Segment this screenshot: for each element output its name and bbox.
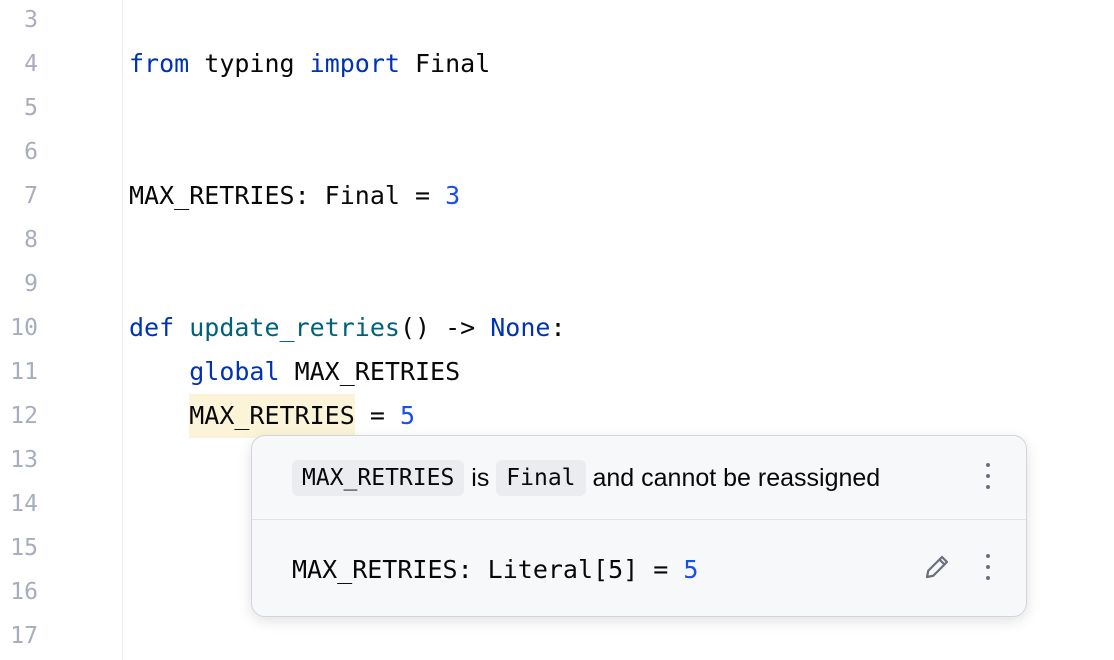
line-number: 15	[10, 535, 38, 561]
type-signature: MAX_RETRIES: Literal[5] = 5	[292, 548, 698, 592]
assignment-operator: =	[354, 401, 400, 430]
line-number: 12	[10, 403, 38, 429]
message-text: is	[464, 463, 497, 492]
keyword-from: from	[129, 49, 190, 78]
message-text: and cannot be reassigned	[585, 463, 881, 492]
inspection-popup: MAX_RETRIES is Final and cannot be reass…	[251, 435, 1027, 617]
code-line-def[interactable]: def update_retries() -> None:	[129, 306, 566, 350]
code-line-assignment[interactable]: MAX_RETRIES = 5	[129, 394, 415, 438]
keyword-def: def	[129, 313, 175, 342]
line-number: 4	[24, 51, 38, 77]
variable-chip: MAX_RETRIES	[292, 460, 465, 496]
code-line-import[interactable]: from typing import Final	[129, 42, 490, 86]
line-number: 9	[24, 271, 38, 297]
line-number: 11	[10, 359, 38, 385]
signature-number: 5	[683, 555, 699, 584]
number-literal: 3	[445, 181, 461, 210]
global-name: MAX_RETRIES	[279, 357, 461, 386]
line-number: 17	[10, 623, 38, 649]
keyword-import: import	[309, 49, 400, 78]
line-number: 5	[24, 95, 38, 121]
imported-name: Final	[399, 49, 491, 78]
code-line-global[interactable]: global MAX_RETRIES	[129, 350, 460, 394]
line-number-gutter: 3 4 5 6 7 8 9 10 11 12 13 14 15 16 17	[0, 0, 123, 660]
more-vertical-icon[interactable]	[978, 460, 998, 492]
type-chip: Final	[496, 460, 586, 496]
line-number: 3	[24, 7, 38, 33]
line-number: 7	[24, 183, 38, 209]
keyword-global: global	[189, 357, 280, 386]
highlighted-reassignment[interactable]: MAX_RETRIES	[189, 394, 355, 438]
return-type: None	[490, 313, 551, 342]
number-literal: 5	[399, 401, 416, 430]
code-line-constant[interactable]: MAX_RETRIES: Final = 3	[129, 174, 460, 218]
line-number: 13	[10, 447, 38, 473]
line-number: 16	[10, 579, 38, 605]
function-name: update_retries	[189, 313, 400, 342]
signature-text: MAX_RETRIES: Literal[5] =	[292, 555, 684, 584]
colon: :	[550, 313, 566, 342]
line-number: 14	[10, 491, 38, 517]
line-number: 10	[10, 315, 38, 341]
popup-divider	[252, 519, 1026, 520]
more-vertical-icon[interactable]	[978, 551, 998, 583]
pencil-icon[interactable]	[922, 552, 952, 582]
constant-declaration: MAX_RETRIES: Final =	[129, 181, 446, 210]
line-number: 6	[24, 139, 38, 165]
module-name: typing	[189, 49, 310, 78]
error-message: MAX_RETRIES is Final and cannot be reass…	[292, 458, 880, 498]
function-params: () ->	[399, 313, 491, 342]
line-number: 8	[24, 227, 38, 253]
